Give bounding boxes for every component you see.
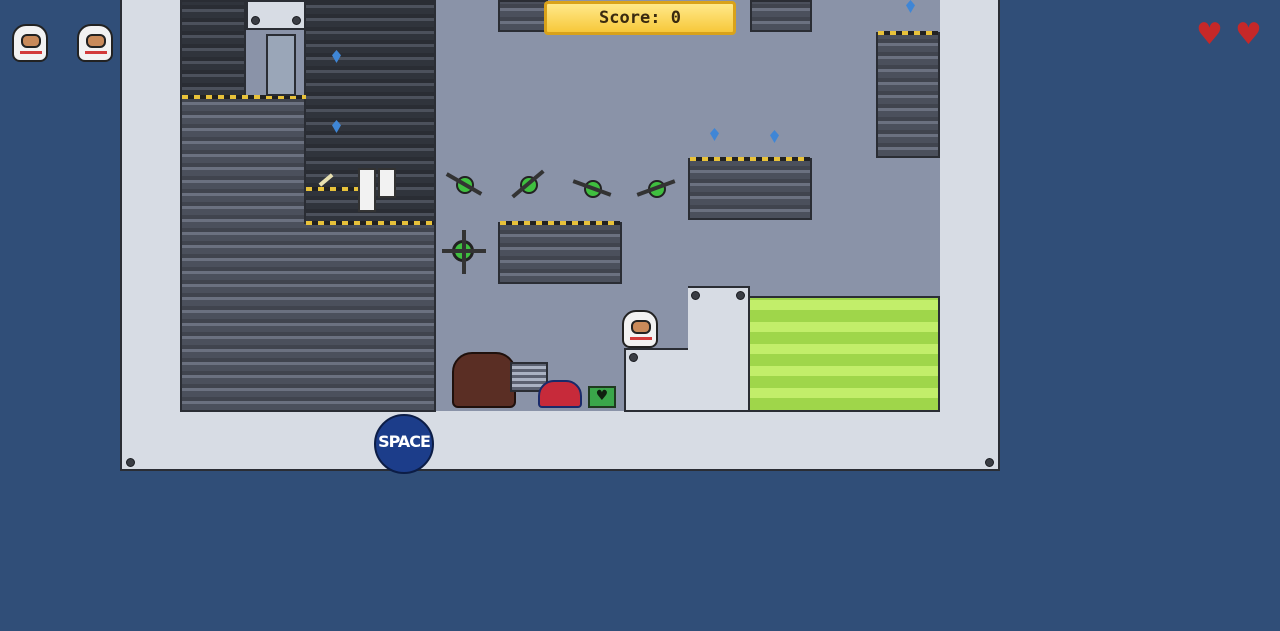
hazard-stripe bbox=[878, 31, 938, 35]
acid-pool bbox=[748, 296, 940, 412]
life-astronaut-icon bbox=[12, 24, 48, 62]
spike-mine-icon bbox=[442, 230, 486, 274]
turret-icon bbox=[570, 166, 614, 210]
wall-left-upper bbox=[180, 0, 246, 98]
wall-right-upper bbox=[876, 32, 940, 158]
turret-icon bbox=[442, 162, 486, 206]
blob-enemy bbox=[538, 380, 582, 408]
metal-plate bbox=[246, 0, 306, 30]
alien-enemy bbox=[452, 352, 516, 408]
wall-top-center-left bbox=[498, 0, 548, 32]
hazard-stripe bbox=[306, 221, 434, 225]
heart-icon: ♥ bbox=[1235, 17, 1262, 52]
life-astronaut-icon bbox=[77, 24, 113, 62]
door[interactable] bbox=[266, 34, 296, 96]
platform-right bbox=[688, 158, 812, 220]
heart-icon: ♥ bbox=[1196, 17, 1223, 52]
player-astronaut[interactable] bbox=[622, 310, 658, 348]
score-display: Score: 0 bbox=[544, 1, 736, 35]
turret-icon bbox=[506, 162, 550, 206]
space-badge-logo: SPACE bbox=[374, 414, 434, 474]
lever-icon[interactable] bbox=[318, 168, 398, 218]
turret-icon bbox=[634, 166, 678, 210]
wall-top-center-right bbox=[750, 0, 812, 32]
hazard-stripe bbox=[690, 157, 810, 161]
hazard-stripe bbox=[500, 221, 620, 225]
step-low bbox=[624, 348, 690, 412]
health-box-icon[interactable]: ♥ bbox=[588, 386, 616, 408]
platform-center bbox=[498, 222, 622, 284]
step-high bbox=[688, 286, 750, 412]
